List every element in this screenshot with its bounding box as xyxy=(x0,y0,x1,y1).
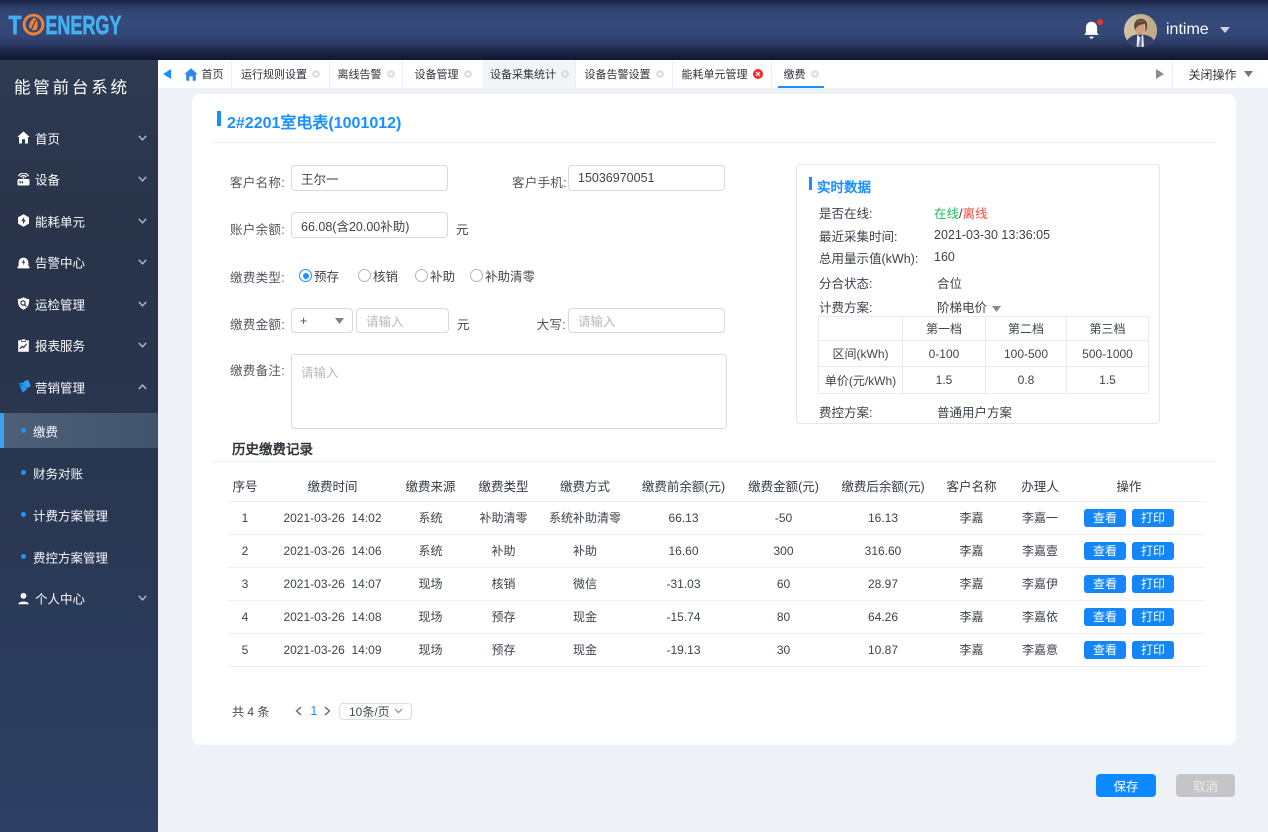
svg-text:T: T xyxy=(9,10,22,40)
svg-text:ENERGY: ENERGY xyxy=(45,10,121,40)
